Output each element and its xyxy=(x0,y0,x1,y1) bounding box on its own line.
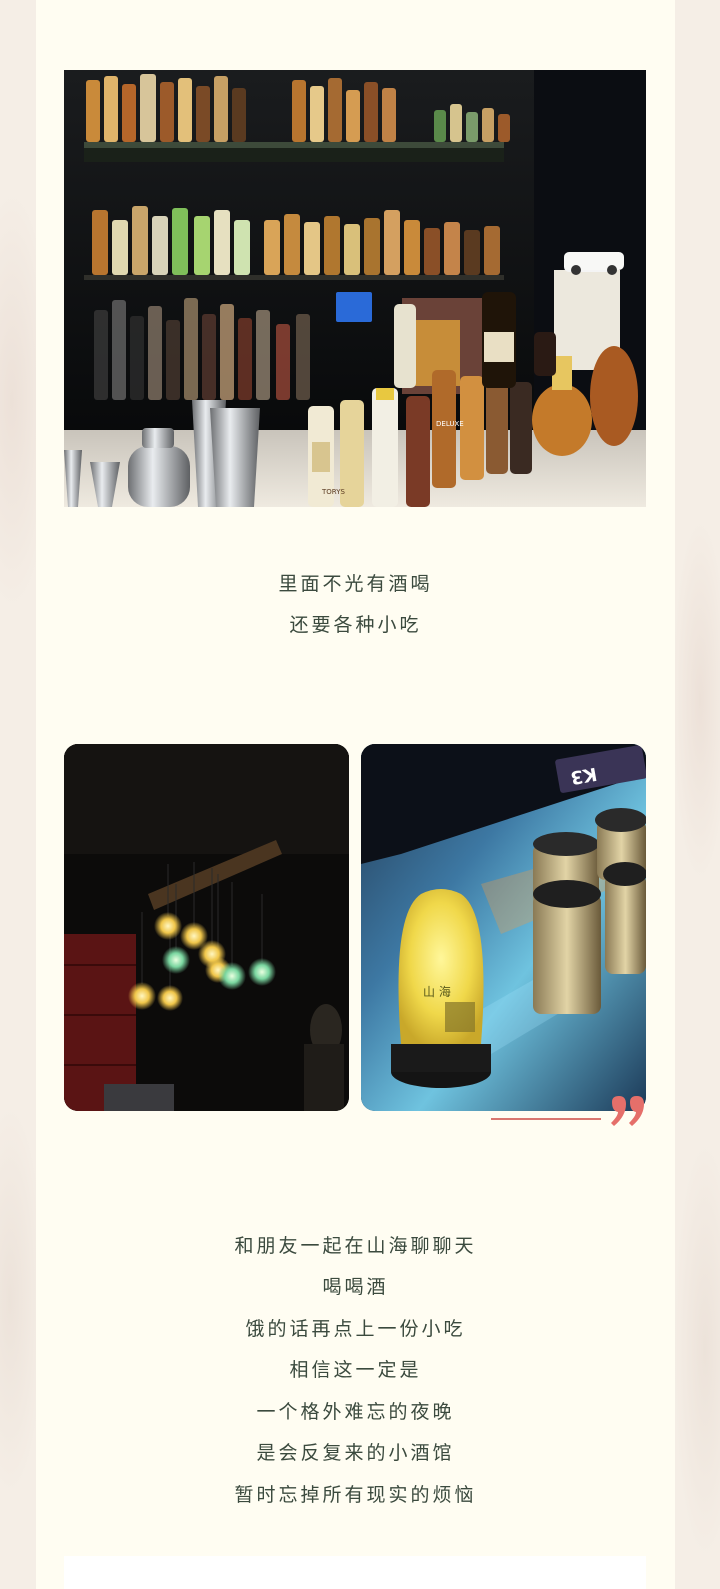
caption-line-6: 相信这一定是 xyxy=(289,1359,422,1381)
caption-line-8: 是会反复来的小酒馆 xyxy=(256,1442,455,1464)
quote-divider xyxy=(491,1118,601,1120)
caption-line-4: 喝喝酒 xyxy=(322,1276,389,1298)
bar-bottle-label: TORYS xyxy=(321,488,345,496)
caption-line-2: 还要各种小吃 xyxy=(289,614,422,636)
table-lamp-photo[interactable]: K3 山 海 xyxy=(361,744,646,1111)
bar-deluxe-label: DELUXE xyxy=(436,420,464,428)
hanging-lamps-photo[interactable] xyxy=(64,744,349,1111)
caption-line-7: 一个格外难忘的夜晚 xyxy=(256,1401,455,1423)
bar-shelf-photo[interactable]: TORYS DELUXE xyxy=(64,70,646,507)
caption-line-5: 饿的话再点上一份小吃 xyxy=(245,1318,466,1340)
lamp-logo-text: 山 海 xyxy=(423,984,451,999)
quote-mark-icon xyxy=(611,1096,644,1126)
footer-panel xyxy=(64,1556,646,1589)
caption-line-9: 暂时忘掉所有现实的烦恼 xyxy=(234,1484,477,1506)
caption-line-1: 里面不光有酒喝 xyxy=(278,573,433,595)
caption-line-3: 和朋友一起在山海聊聊天 xyxy=(234,1235,477,1257)
